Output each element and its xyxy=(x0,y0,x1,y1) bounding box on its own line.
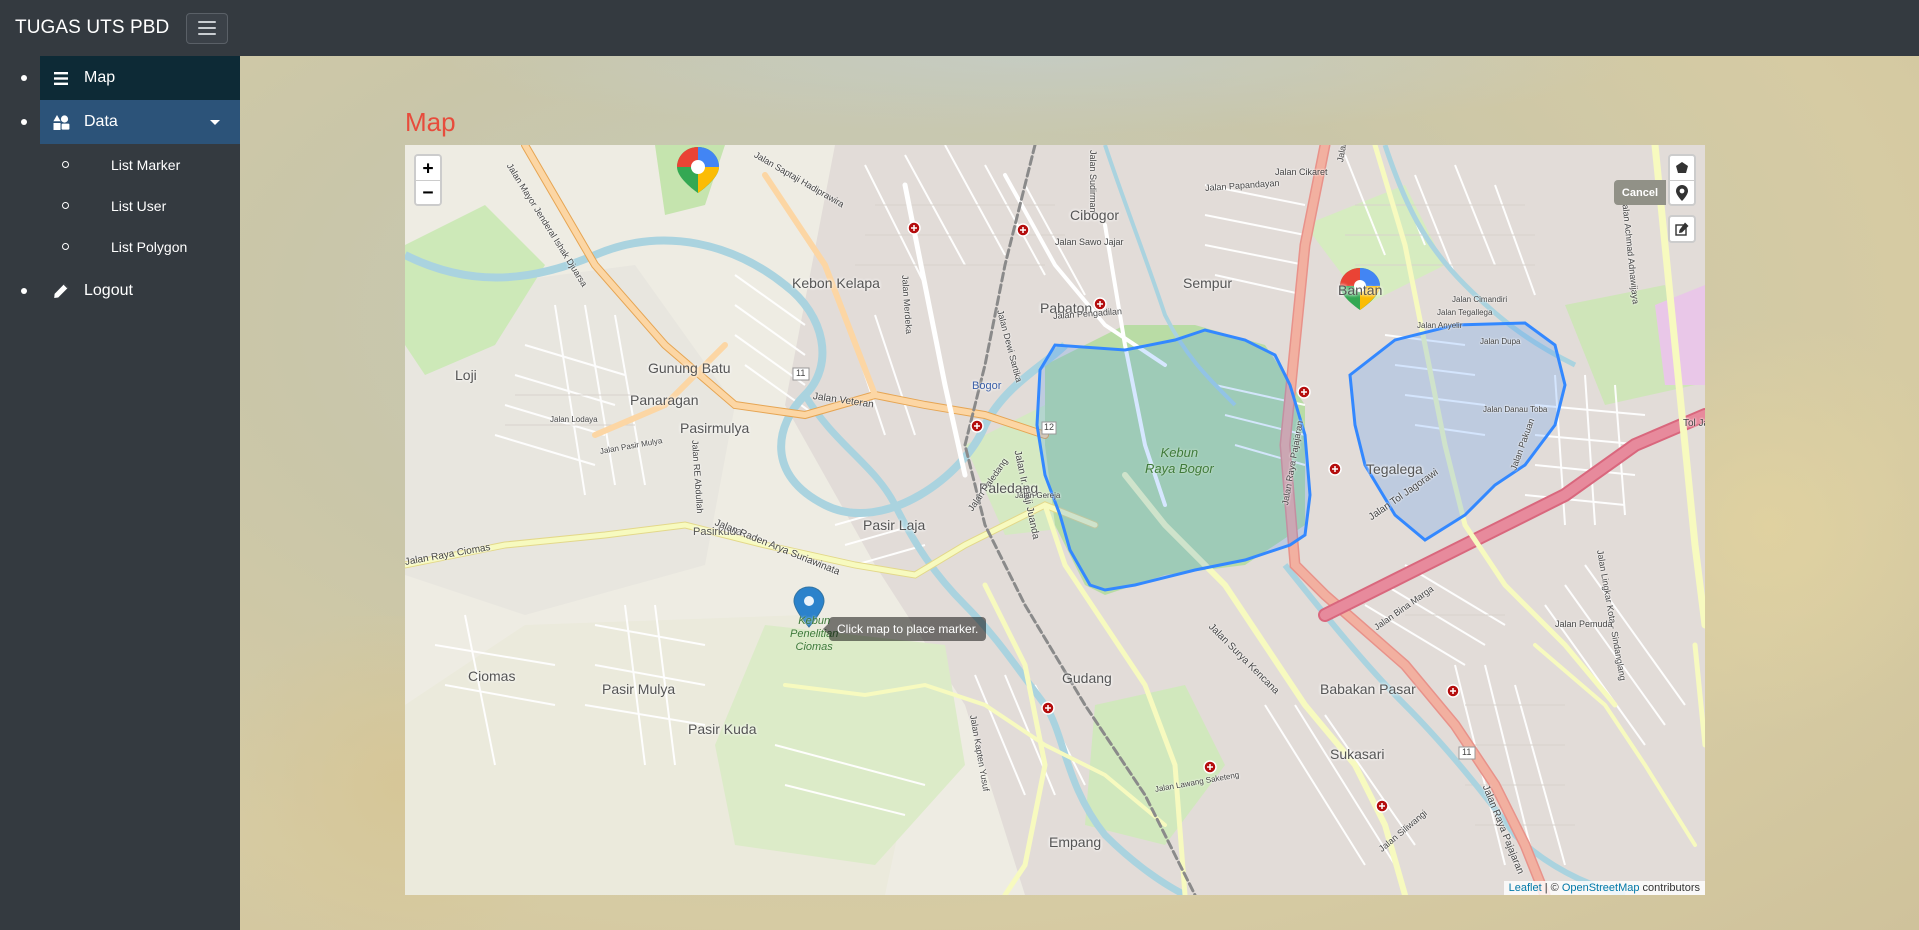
map-attribution: Leaflet | © OpenStreetMap contributors xyxy=(1503,881,1705,895)
list-bullet xyxy=(21,288,27,294)
draw-polygon-button[interactable] xyxy=(1670,156,1694,180)
leaflet-map[interactable]: 11 12 11 Kebon Kelapa Gunung Batu Panara… xyxy=(405,145,1705,895)
map-place-label: Ciomas xyxy=(468,668,516,684)
bars-icon xyxy=(52,69,70,87)
sidebar-item-map-box[interactable]: Map xyxy=(40,56,240,100)
map-street-label: Jalan Cikaret xyxy=(1275,167,1328,177)
sidebar-item-label: Data xyxy=(84,113,118,130)
sidebar-item-data[interactable]: Data xyxy=(0,100,240,144)
zoom-out-button[interactable]: − xyxy=(416,180,440,204)
list-bullet xyxy=(21,119,27,125)
map-place-label: Sempur xyxy=(1183,275,1233,291)
map-street-label: Jalan Sudirman xyxy=(1088,150,1098,213)
pencil-icon xyxy=(52,282,70,300)
leaflet-link[interactable]: Leaflet xyxy=(1509,882,1542,894)
edit-layers-button[interactable] xyxy=(1670,217,1694,241)
list-bullet xyxy=(21,75,27,81)
draw-tooltip: Click map to place marker. xyxy=(822,617,987,641)
map-street-label: Jalan Cimandiri xyxy=(1452,295,1508,304)
map-place-label: Empang xyxy=(1049,834,1102,850)
sidebar-item-data-box[interactable]: Data xyxy=(40,100,240,144)
page-title: Map xyxy=(405,107,456,137)
map-street-label: Jalan Danau Toba xyxy=(1483,405,1548,414)
background-glow xyxy=(440,56,1640,136)
draw-toolbar xyxy=(1668,154,1696,206)
sidebar-item-label: Map xyxy=(84,69,116,86)
map-tiles[interactable] xyxy=(405,145,1705,895)
map-place-label: Tegalega xyxy=(1366,461,1423,477)
map-pin-icon xyxy=(1676,184,1688,201)
map-street-label: Jalan Dupa xyxy=(1480,337,1521,346)
attribution-separator: | © xyxy=(1541,882,1562,894)
map-place-label: Babakan Pasar xyxy=(1320,681,1416,697)
osm-link[interactable]: OpenStreetMap xyxy=(1562,882,1640,894)
map-street-label: Jalan Lodaya xyxy=(550,415,598,424)
sidebar-subitem-label: List Polygon xyxy=(111,238,188,255)
edit-icon xyxy=(1675,222,1689,236)
zoom-in-button[interactable]: + xyxy=(416,156,440,180)
circle-bullet-icon xyxy=(62,161,69,168)
sidebar-item-logout-box[interactable]: Logout xyxy=(40,269,240,313)
polygon-icon xyxy=(1676,162,1688,173)
hamburger-icon xyxy=(198,26,217,30)
draw-marker-button[interactable] xyxy=(1670,180,1694,204)
main-content: Map 11 12 11 Kebon Kelapa Gunung Batu Pa… xyxy=(240,56,1919,930)
map-street-label: Jalan Gereja xyxy=(1015,491,1061,500)
map-place-label: Kebon Kelapa xyxy=(792,275,880,291)
map-place-label: Pasir Laja xyxy=(863,517,926,533)
sidebar-menu: Map Data List Marker List User List Poly… xyxy=(0,56,240,313)
map-place-label: Pasirmulya xyxy=(680,420,750,436)
sidebar-item-map[interactable]: Map xyxy=(0,56,240,100)
circle-bullet-icon xyxy=(62,243,69,250)
navbar-brand[interactable]: TUGAS UTS PBD xyxy=(15,17,169,39)
map-place-label: Bantan xyxy=(1338,282,1383,298)
map-street-label: Jalan Pemuda xyxy=(1555,619,1613,629)
sidebar-subitem-list-user[interactable]: List User xyxy=(0,185,240,226)
map-place-label: Sukasari xyxy=(1330,746,1385,762)
sidebar-subitem-list-marker[interactable]: List Marker xyxy=(0,144,240,185)
map-place-label: Gudang xyxy=(1062,670,1112,686)
attribution-suffix: contributors xyxy=(1639,882,1700,894)
zoom-control: + − xyxy=(414,154,442,206)
road-number: 11 xyxy=(796,368,806,378)
circle-bullet-icon xyxy=(62,202,69,209)
map-park-label: Kebun Raya Bogor xyxy=(1145,445,1214,476)
map-place-label: Pasir Kuda xyxy=(688,721,757,737)
sidebar-subitem-label: List User xyxy=(111,197,167,214)
map-place-label: Pasir Mulya xyxy=(602,681,676,697)
map-place-label: Panaragan xyxy=(630,392,699,408)
map-street-label: Jalan Anyelir xyxy=(1417,321,1463,330)
edit-toolbar xyxy=(1668,215,1696,243)
sidebar: Map Data List Marker List User List Poly… xyxy=(0,56,240,930)
map-street-label: Tol Ja xyxy=(1683,418,1705,429)
map-place-label: Gunung Batu xyxy=(648,360,731,376)
map-street-label: Jalan Sawo Jajar xyxy=(1055,237,1124,247)
sidebar-subitem-list-polygon[interactable]: List Polygon xyxy=(0,226,240,267)
caret-down-icon xyxy=(210,120,220,125)
top-navbar: TUGAS UTS PBD xyxy=(0,0,1919,56)
map-place-label: Bogor xyxy=(972,380,1002,392)
draw-cancel-button[interactable]: Cancel xyxy=(1613,180,1666,205)
sidebar-item-logout[interactable]: Logout xyxy=(0,269,240,313)
sidebar-item-label: Logout xyxy=(84,282,133,299)
road-number: 11 xyxy=(1462,747,1472,757)
map-street-label: Jalan Tegallega xyxy=(1437,308,1493,317)
sidebar-toggle-button[interactable] xyxy=(186,12,229,44)
shapes-icon xyxy=(52,113,70,131)
sidebar-subitem-label: List Marker xyxy=(111,156,181,173)
map-place-label: Loji xyxy=(455,367,477,383)
road-number: 12 xyxy=(1044,422,1055,432)
